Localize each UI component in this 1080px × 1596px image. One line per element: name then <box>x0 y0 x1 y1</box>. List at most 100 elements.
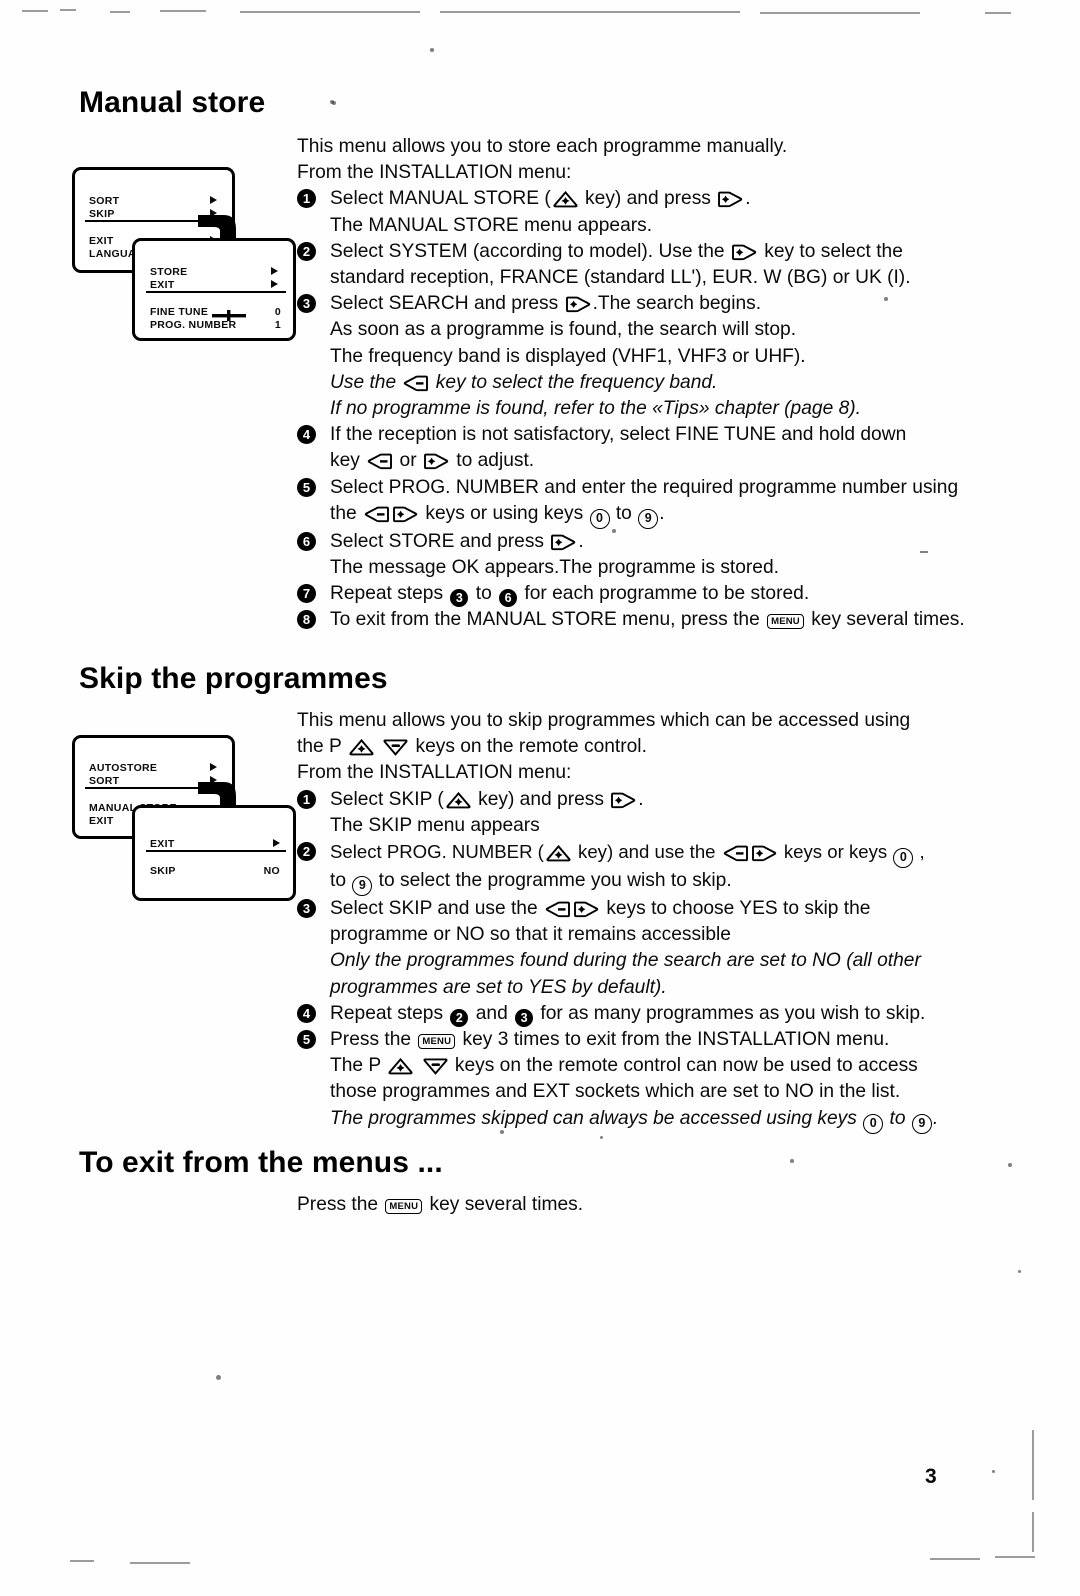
step-text: . <box>578 530 584 552</box>
left-arrow-key-icon <box>367 453 393 470</box>
step-1-detail: The SKIP menu appears <box>330 814 540 836</box>
scan-speck <box>330 100 334 104</box>
step-text: and <box>470 1002 514 1024</box>
step-ref-badge: 2 <box>450 1008 469 1027</box>
step-text: Select PROG. NUMBER ( <box>330 841 544 863</box>
step-3-note: programmes are set to YES by default). <box>330 976 667 998</box>
intro-text: the P <box>297 736 347 758</box>
menu-key-icon: MENU <box>385 1199 423 1214</box>
step-number-badge: 5 <box>297 1030 316 1050</box>
step-text: If the reception is not satisfactory, se… <box>330 424 907 446</box>
manual-store-text: This menu allows you to store each progr… <box>297 134 965 634</box>
scan-speck <box>1008 1163 1012 1167</box>
menu-row-label: SKIP <box>89 788 115 800</box>
step-text: The P <box>330 1055 387 1077</box>
scan-speck <box>790 1159 794 1163</box>
p-down-key-icon <box>423 1058 448 1076</box>
skip-menu-diagram: AUTOSTORE SORT SKIP MANUAL STORE EXIT <box>72 735 296 910</box>
step-number-badge: 6 <box>297 531 316 551</box>
step-number-badge: 4 <box>297 425 316 445</box>
step-text: to select the programme you wish to skip… <box>373 870 732 892</box>
step-3-note: Use the key to select the frequency band… <box>297 370 957 396</box>
digit-0-key-icon: 0 <box>863 1113 884 1134</box>
menu-row-label: LANGUA <box>89 248 136 260</box>
p-up-key-icon <box>546 845 571 862</box>
step-number-badge: 3 <box>297 899 316 919</box>
step-text: to <box>470 583 498 605</box>
step-3-note: If no programme is found, refer to the «… <box>330 398 861 420</box>
right-arrow-key-icon <box>574 901 599 918</box>
menu-row-label: EXIT <box>89 235 114 247</box>
step-1: 1 Select MANUAL STORE ( key) and press . <box>297 186 957 212</box>
step-text: the <box>330 502 363 524</box>
intro-line: the P keys on the remote control. <box>297 734 957 760</box>
step-8: 8 To exit from the MANUAL STORE menu, pr… <box>297 607 965 633</box>
left-arrow-key-icon <box>723 845 748 862</box>
step-number-badge: 8 <box>297 610 316 630</box>
digit-9-key-icon: 9 <box>638 508 659 529</box>
menu-row-label: AUTOSTORE <box>89 762 158 774</box>
right-arrow-key-icon <box>393 506 418 523</box>
menu-key-icon: MENU <box>418 1034 456 1050</box>
step-text: key) and use the <box>572 841 721 863</box>
scan-speck <box>992 1470 995 1473</box>
note-text: to <box>884 1107 911 1129</box>
p-up-key-icon <box>446 791 471 809</box>
step-text: Select SEARCH and press <box>330 293 564 315</box>
left-arrow-key-icon <box>403 375 429 392</box>
scan-artifact-top <box>60 9 76 11</box>
step-text: , <box>914 841 925 863</box>
right-arrow-key-icon <box>751 845 777 862</box>
intro-line: This menu allows you to skip programmes … <box>297 710 911 731</box>
note-text: Use the <box>330 371 402 393</box>
menu-row-label: SKIP <box>150 865 176 877</box>
step-text: or <box>394 450 422 472</box>
menu-row-selected: SEARCH UHF <box>146 291 286 304</box>
page-number: 3 <box>925 1465 937 1488</box>
step-text: Repeat steps <box>330 1002 449 1024</box>
step-number-badge: 5 <box>297 477 316 497</box>
manual-page: Manual store SORT SKIP MANUAL STORE EXIT <box>0 0 1080 1596</box>
scan-artifact-right-edge <box>1032 1512 1034 1552</box>
step-text: .The search begins. <box>592 293 762 315</box>
scan-artifact-top <box>985 12 1011 14</box>
step-number-badge: 1 <box>297 789 316 809</box>
menu-row-value: 1 <box>274 319 281 331</box>
scan-artifact-bottom <box>130 1562 190 1564</box>
step-number-badge: 1 <box>297 189 316 209</box>
note-text: . <box>932 1107 939 1129</box>
menu-key-icon: MENU <box>767 614 804 630</box>
step-text: keys or keys <box>778 841 893 863</box>
scan-artifact-top <box>240 11 420 13</box>
exit-text: Press the <box>297 1194 384 1215</box>
step-5-detail: those programmes and EXT sockets which a… <box>330 1081 901 1103</box>
menu-row-label: PROG. NUMBER <box>150 851 237 863</box>
note-text: key to select the frequency band. <box>430 371 718 393</box>
step-text: keys or using keys <box>420 502 589 524</box>
right-arrow-key-icon <box>565 296 591 313</box>
scan-speck <box>430 48 434 52</box>
step-5: 5 Select PROG. NUMBER and enter the requ… <box>297 475 958 501</box>
step-7: 7 Repeat steps 3 to 6 for each programme… <box>297 581 957 608</box>
intro-line: From the INSTALLATION menu: <box>297 762 572 784</box>
skip-programmes-text: This menu allows you to skip programmes … <box>297 708 957 1134</box>
step-text: to <box>330 870 352 892</box>
menu-row-label: SEARCH <box>150 292 197 304</box>
step-ref-badge: 3 <box>450 589 469 608</box>
skip-menu-box: EXIT PROG. NUMBER 1 SKIP NO <box>132 805 296 901</box>
step-text: Select SKIP and use the <box>330 898 543 920</box>
step-text: key) and press <box>579 188 717 210</box>
step-text: key) and press <box>472 788 610 810</box>
step-text: keys to choose YES to skip the <box>600 898 871 920</box>
step-3: 3 Select SEARCH and press .The search be… <box>297 291 957 317</box>
step-number-badge: 7 <box>297 584 316 604</box>
step-5: 5 Press the MENU key 3 times to exit fro… <box>297 1027 957 1053</box>
step-text: keys on the remote control can now be us… <box>449 1055 918 1077</box>
scan-artifact-top <box>160 10 206 12</box>
step-text: to <box>610 502 638 524</box>
scan-artifact-bottom <box>995 1556 1035 1558</box>
step-number-badge: 2 <box>297 842 316 862</box>
step-2-detail: standard reception, FRANCE (standard LL'… <box>330 267 911 289</box>
step-ref-badge: 3 <box>515 1008 534 1027</box>
menu-row-value: 0 <box>274 306 281 318</box>
